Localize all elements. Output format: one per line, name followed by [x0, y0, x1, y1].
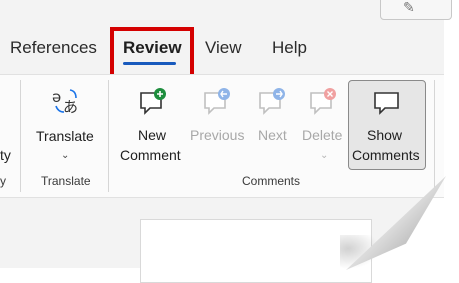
next-comment-label[interactable]: Next — [258, 125, 287, 145]
svg-text:あ: あ — [63, 98, 78, 116]
new-comment-icon[interactable] — [138, 87, 170, 117]
tab-view[interactable]: View — [205, 38, 242, 58]
left-cut-label: ty — [0, 147, 11, 163]
group-separator — [434, 80, 435, 192]
tab-help[interactable]: Help — [272, 38, 307, 58]
next-comment-icon[interactable] — [257, 87, 289, 117]
show-comments-label-line1: Show — [367, 127, 403, 143]
top-right-button[interactable]: ✎ — [380, 0, 452, 20]
show-comments-label-line2: Comments — [352, 147, 420, 163]
delete-comment-icon[interactable] — [308, 87, 340, 117]
translate-button[interactable]: Translate — [36, 126, 94, 146]
show-comments-icon — [374, 92, 399, 115]
new-comment-label-line1[interactable]: New — [138, 125, 166, 145]
left-cut-group-label: y — [0, 174, 6, 188]
delete-chevron-down-icon[interactable]: ⌄ — [320, 150, 328, 161]
delete-comment-label[interactable]: Delete — [302, 125, 342, 145]
pen-icon: ✎ — [403, 0, 415, 15]
group-separator — [20, 80, 21, 192]
comments-group-label: Comments — [242, 174, 301, 188]
document-page[interactable] — [140, 219, 372, 283]
previous-comment-icon[interactable] — [202, 87, 234, 117]
new-comment-label-line2[interactable]: Comment — [120, 145, 181, 165]
translate-chevron-down-icon[interactable]: ⌄ — [61, 150, 69, 161]
translate-group-label: Translate — [41, 174, 91, 188]
tab-references[interactable]: References — [10, 38, 97, 58]
title-bar-strip — [0, 0, 444, 24]
review-highlight-box — [110, 27, 194, 79]
group-separator — [108, 80, 109, 192]
previous-comment-label[interactable]: Previous — [190, 125, 244, 145]
translate-icon[interactable]: ə あ — [50, 86, 82, 118]
svg-text:ə: ə — [52, 88, 61, 106]
